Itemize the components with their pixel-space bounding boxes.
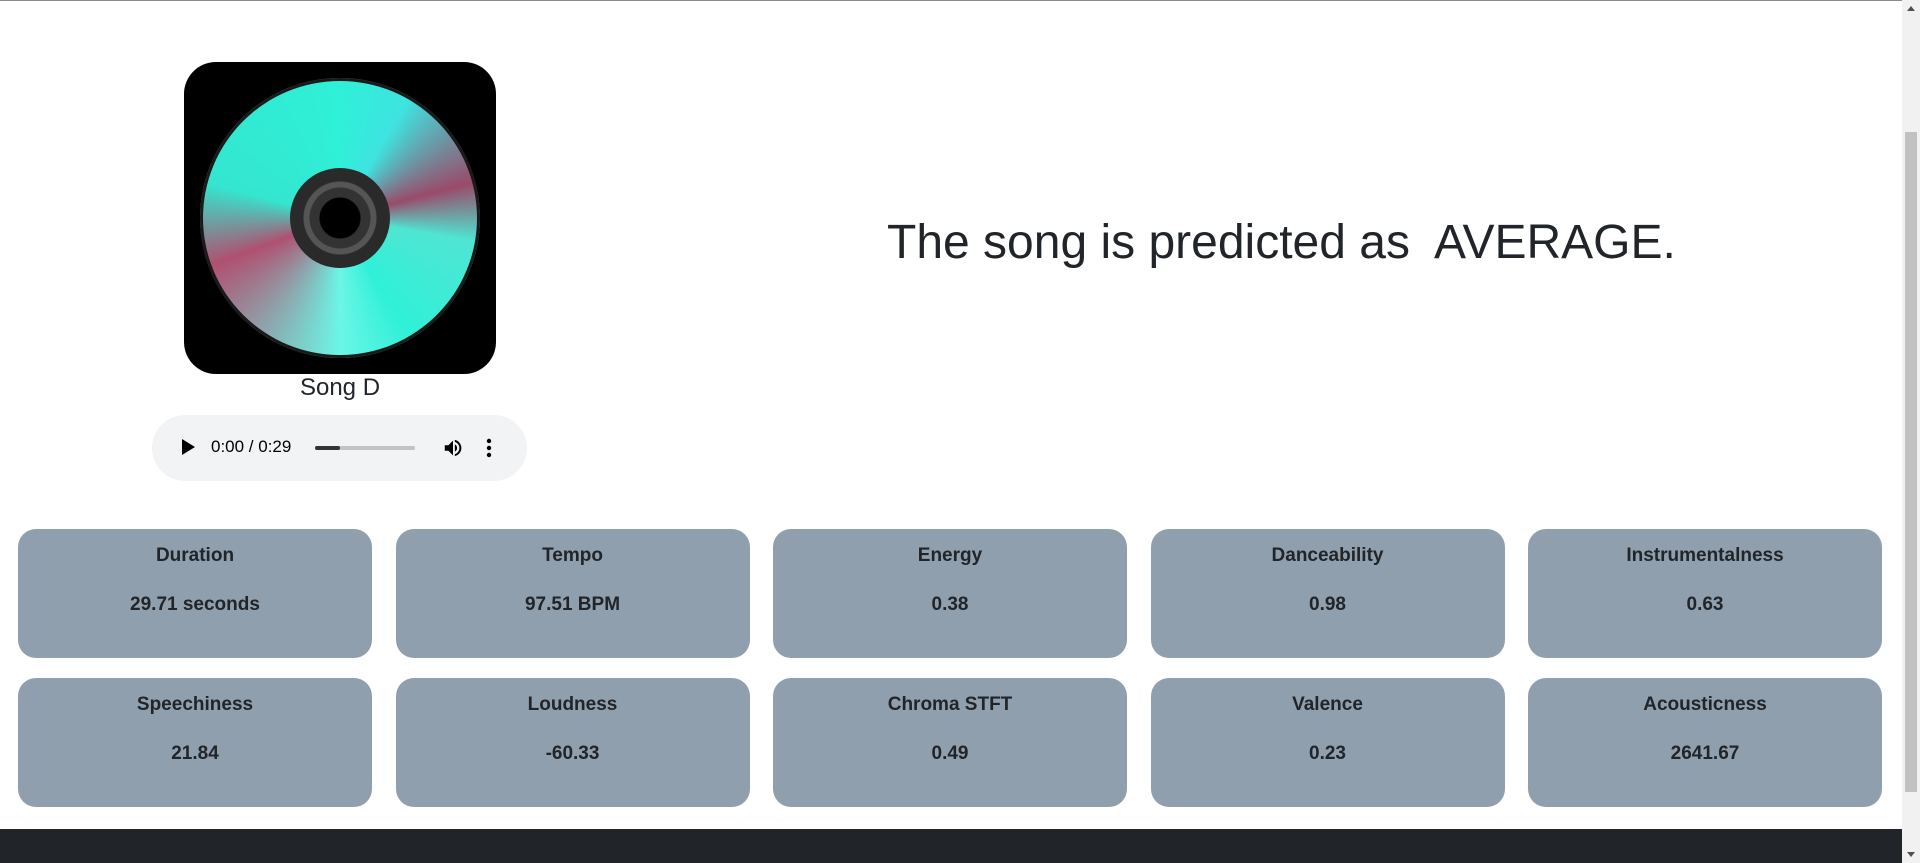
feature-value: 0.23 xyxy=(1309,743,1346,764)
feature-label: Speechiness xyxy=(136,694,254,715)
feature-value: 97.51 BPM xyxy=(524,594,621,615)
feature-value: 0.38 xyxy=(931,594,969,615)
prediction-heading: The song is predicted as AVERAGE. xyxy=(887,216,1676,269)
audio-player[interactable]: 0:00 / 0:29 xyxy=(152,415,527,481)
seek-slider-fill xyxy=(315,446,340,450)
seek-slider[interactable] xyxy=(315,446,415,450)
feature-label: Valence xyxy=(1292,694,1363,715)
more-options-icon[interactable] xyxy=(485,437,493,459)
feature-value: 21.84 xyxy=(171,743,219,764)
feature-label: Instrumentalness xyxy=(1626,545,1784,566)
feature-value: 0.49 xyxy=(931,743,969,764)
feature-label: Energy xyxy=(917,545,983,566)
footer xyxy=(0,829,1902,863)
top-divider xyxy=(0,0,1902,1)
feature-value: 0.98 xyxy=(1309,594,1346,615)
feature-card-instrumentalness: Instrumentalness 0.63 xyxy=(1528,529,1882,658)
feature-card-acousticness: Acousticness 2641.67 xyxy=(1528,678,1882,807)
feature-card-valence: Valence 0.23 xyxy=(1150,678,1505,807)
disc-hole xyxy=(325,203,355,233)
feature-value: 0.63 xyxy=(1686,594,1724,615)
vertical-scrollbar[interactable] xyxy=(1902,0,1920,863)
scroll-up-arrow-icon[interactable] xyxy=(1907,6,1915,11)
feature-label: Acousticness xyxy=(1643,694,1767,715)
scrollbar-thumb[interactable] xyxy=(1905,132,1917,792)
song-title: Song D xyxy=(299,374,381,401)
feature-label: Danceability xyxy=(1271,545,1384,566)
page: Song D 0:00 / 0:29 The song is predicted… xyxy=(0,0,1920,863)
cd-disc-icon xyxy=(200,78,480,358)
feature-card-tempo: Tempo 97.51 BPM xyxy=(395,529,750,658)
feature-value: -60.33 xyxy=(545,743,600,764)
time-display: 0:00 / 0:29 xyxy=(211,437,292,456)
feature-card-speechiness: Speechiness 21.84 xyxy=(18,678,372,807)
play-icon[interactable] xyxy=(182,439,195,455)
feature-label: Duration xyxy=(155,545,235,566)
feature-card-chroma-stft: Chroma STFT 0.49 xyxy=(773,678,1127,807)
feature-card-energy: Energy 0.38 xyxy=(773,529,1127,658)
feature-label: Loudness xyxy=(527,694,618,715)
feature-value: 29.71 seconds xyxy=(130,594,260,615)
feature-cards: Duration 29.71 seconds Tempo 97.51 BPM E… xyxy=(18,529,1882,807)
scroll-down-arrow-icon[interactable] xyxy=(1907,852,1915,857)
album-cover xyxy=(184,62,496,374)
feature-card-duration: Duration 29.71 seconds xyxy=(18,529,372,658)
feature-card-loudness: Loudness -60.33 xyxy=(395,678,750,807)
feature-value: 2641.67 xyxy=(1670,743,1740,764)
feature-card-danceability: Danceability 0.98 xyxy=(1150,529,1505,658)
feature-label: Chroma STFT xyxy=(887,694,1013,715)
feature-label: Tempo xyxy=(542,545,603,566)
volume-icon[interactable] xyxy=(442,437,464,459)
